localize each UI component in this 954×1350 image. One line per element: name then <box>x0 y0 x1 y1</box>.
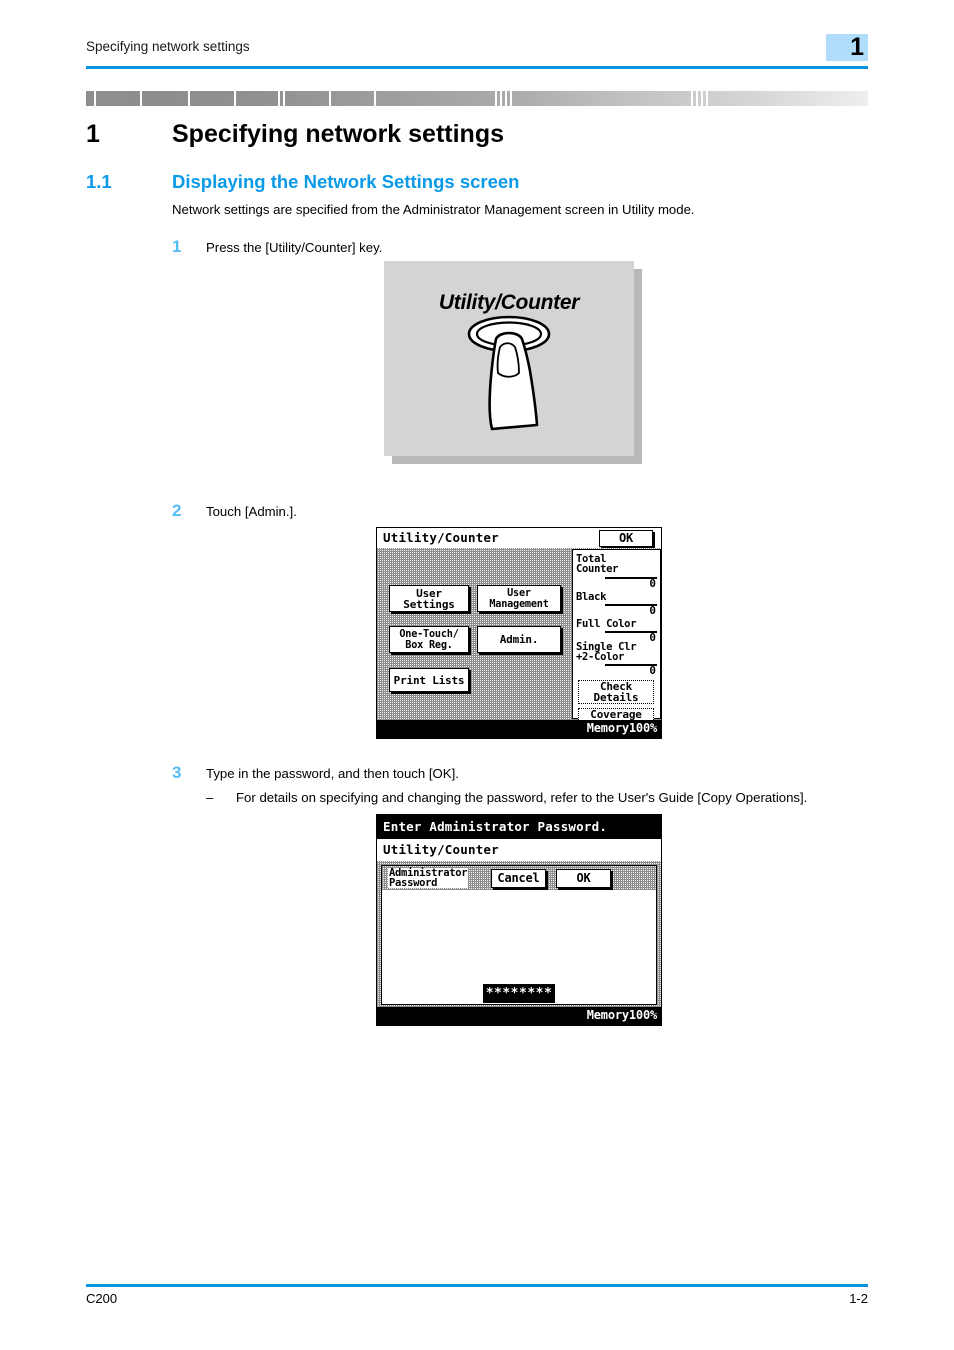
lcd-title: Utility/Counter <box>383 530 499 545</box>
counter-value-total: 0 <box>649 577 656 590</box>
lcd-password-banner: Enter Administrator Password. <box>377 815 661 839</box>
chapter-title: Specifying network settings <box>172 120 505 148</box>
counter-value-black: 0 <box>649 604 656 617</box>
lcd-footer: Memory100% <box>377 720 661 738</box>
lcd-button-check-details[interactable]: Check Details <box>578 680 654 704</box>
lcd-counter-panel: Total Counter 0 Black 0 Full Color 0 Sin… <box>572 549 661 732</box>
lcd-password-dialog-label: Administrator Password <box>388 867 469 889</box>
step-3-number: 3 <box>172 763 182 782</box>
section-intro-paragraph: Network settings are specified from the … <box>172 202 695 217</box>
page-header: Specifying network settings 1 <box>86 33 868 68</box>
counter-value-full-color: 0 <box>649 631 656 644</box>
finger-pressing-button-illustration <box>467 315 551 431</box>
lcd-password-input-field[interactable]: ******** <box>483 984 555 1003</box>
lcd-password-banner-text: Enter Administrator Password. <box>383 819 608 834</box>
figure-key-panel: Utility/Counter <box>384 261 634 456</box>
lcd-memory-indicator: Memory100% <box>586 721 657 735</box>
step-3-subtext: – For details on specifying and changing … <box>206 788 807 807</box>
step-2-text: Touch [Admin.]. <box>206 504 297 519</box>
lcd-button-user-management[interactable]: User Management <box>477 585 561 612</box>
counter-label-full-color: Full Color <box>576 618 637 630</box>
lcd-password-memory-indicator: Memory100% <box>586 1008 657 1022</box>
running-header-title: Specifying network settings <box>86 39 250 54</box>
lcd-password-footer: Memory100% <box>377 1007 661 1025</box>
lcd-button-print-lists[interactable]: Print Lists <box>389 668 469 692</box>
step-1-number: 1 <box>172 237 182 256</box>
counter-label-black: Black <box>576 591 607 603</box>
lcd-password-ok-button[interactable]: OK <box>556 869 611 888</box>
figure-utility-counter-key: Utility/Counter <box>384 261 642 464</box>
lcd-password-dialog: Administrator Password Cancel OK *******… <box>381 865 657 1005</box>
chapter-number: 1 <box>86 120 100 148</box>
lcd-cancel-button[interactable]: Cancel <box>491 869 546 888</box>
lcd-screenshot-administrator-password: Enter Administrator Password. Utility/Co… <box>376 814 662 1026</box>
footer-model-name: C200 <box>86 1291 118 1306</box>
chapter-marker-number: 1 <box>850 33 864 61</box>
lcd-ok-button[interactable]: OK <box>599 530 653 547</box>
lcd-password-subtitle: Utility/Counter <box>383 842 499 857</box>
decorative-gradient-bar <box>86 91 868 106</box>
section-number: 1.1 <box>86 171 112 192</box>
step-3-text: Type in the password, and then touch [OK… <box>206 766 459 781</box>
step-2-number: 2 <box>172 501 182 520</box>
lcd-button-user-settings[interactable]: User Settings <box>389 585 469 612</box>
section-title: Displaying the Network Settings screen <box>172 171 520 192</box>
counter-label-total: Total Counter <box>576 553 619 575</box>
footer-rule <box>86 1284 868 1287</box>
step-3-sub-label: For details on specifying and changing t… <box>236 790 808 805</box>
footer-page-number: 1-2 <box>849 1291 868 1306</box>
header-rule <box>86 66 868 69</box>
step-1-text: Press the [Utility/Counter] key. <box>206 240 383 255</box>
step-3-dash-bullet: – <box>206 790 214 805</box>
lcd-button-admin[interactable]: Admin. <box>477 626 561 653</box>
counter-value-single-clr: 0 <box>649 664 656 677</box>
lcd-button-one-touch-box-reg[interactable]: One-Touch/ Box Reg. <box>389 626 469 653</box>
counter-label-single-clr: Single Clr +2-Color <box>576 641 637 663</box>
lcd-screenshot-utility-counter: Utility/Counter OK User Settings User Ma… <box>376 527 662 739</box>
